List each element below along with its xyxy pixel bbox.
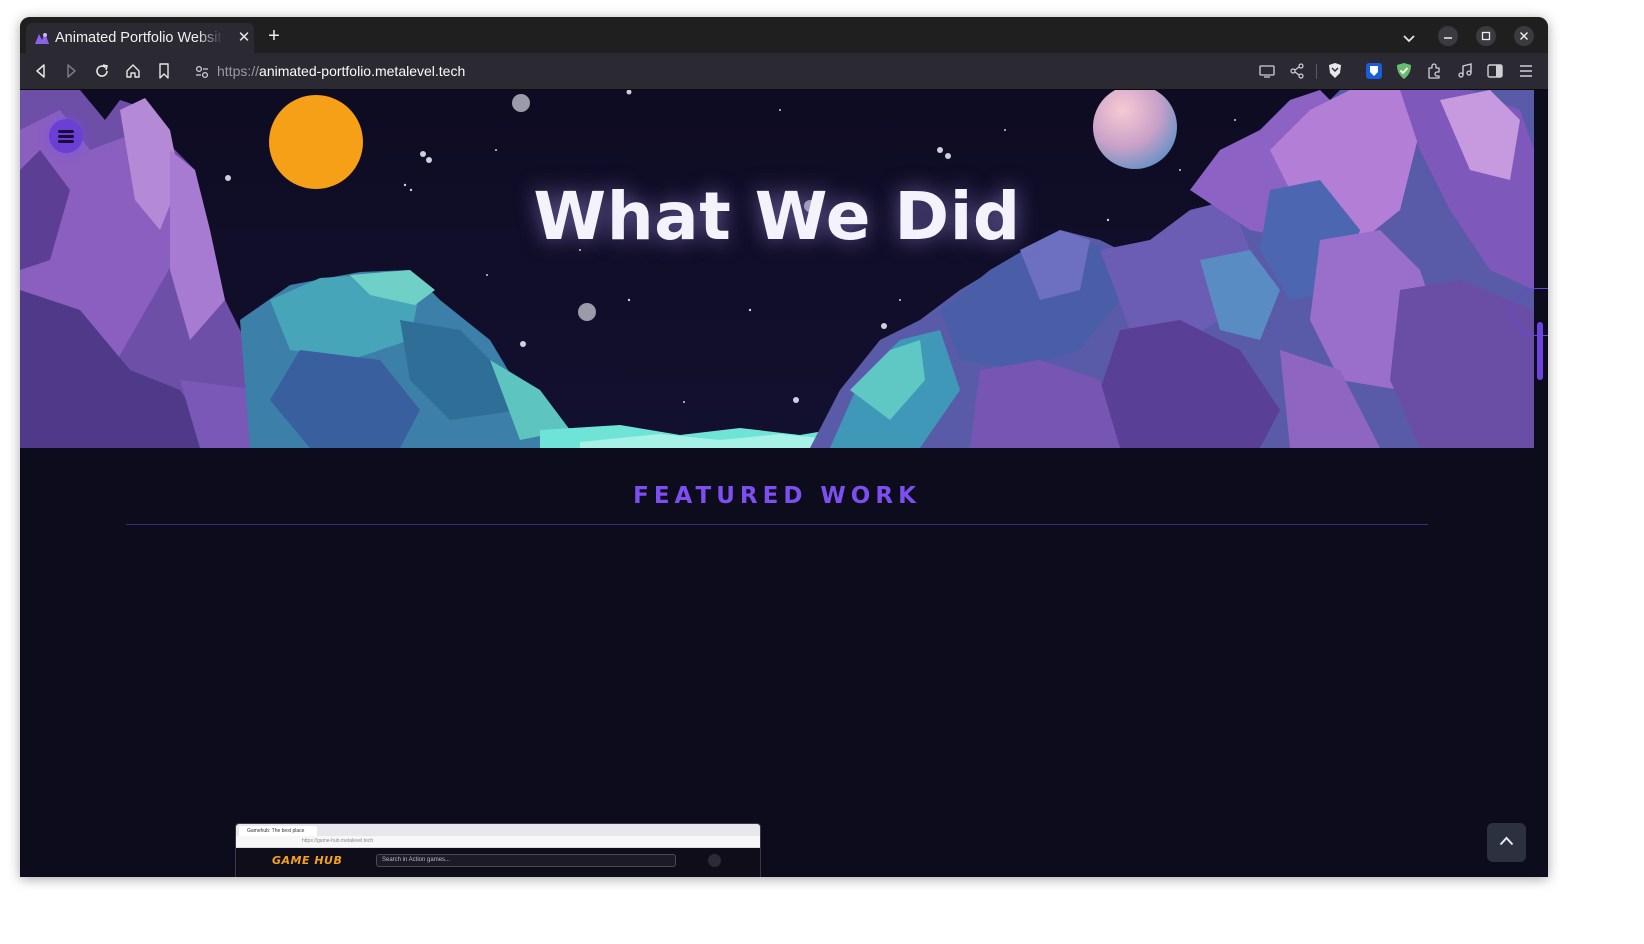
close-icon[interactable] [1514, 26, 1534, 46]
tab-list-chevron-down-icon[interactable] [1400, 29, 1418, 47]
toolbar-divider [1316, 64, 1317, 79]
space-landscape-illustration [20, 90, 1534, 448]
tab-title: Animated Portfolio Website [55, 30, 223, 48]
url-scheme: https:// [217, 63, 260, 79]
extensions-icon[interactable] [1425, 62, 1443, 80]
browser-window: Animated Portfolio Website ✕ + https://a… [20, 17, 1548, 877]
preview-url-bar: https://game-hub.metalevel.tech [236, 836, 760, 848]
scroll-to-top-button[interactable] [1487, 823, 1526, 862]
navigation-toolbar: https://animated-portfolio.metalevel.tec… [20, 53, 1548, 90]
hamburger-menu-icon[interactable] [49, 119, 83, 153]
sidebar-icon[interactable] [1486, 62, 1504, 80]
site-info-icon[interactable] [194, 64, 210, 80]
page-viewport: What We Did FEATURED WORK Gamehub: The b… [20, 90, 1548, 877]
browser-tab[interactable]: Animated Portfolio Website ✕ [26, 23, 254, 53]
url-host: animated-portfolio.metalevel.tech [259, 63, 466, 79]
app-menu-icon[interactable] [1517, 62, 1535, 80]
project-preview-card[interactable]: Gamehub: The best place https://game-hub… [235, 823, 761, 877]
adguard-icon[interactable] [1395, 62, 1413, 80]
preview-search-field: Search in Action games... [376, 854, 676, 867]
reload-icon[interactable] [93, 62, 111, 80]
maximize-icon[interactable] [1476, 26, 1496, 46]
preview-tab-title: Gamehub: The best place [239, 826, 317, 836]
chevron-up-icon [1499, 836, 1514, 846]
preview-theme-toggle-icon [708, 854, 721, 867]
page-scrollbar-track[interactable] [1534, 90, 1548, 877]
hero-banner: What We Did [20, 90, 1534, 448]
forward-icon[interactable] [62, 62, 80, 80]
hero-title: What We Did [533, 178, 1021, 255]
brave-shield-icon[interactable] [1326, 62, 1344, 80]
share-icon[interactable] [1288, 62, 1306, 80]
back-icon[interactable] [32, 62, 50, 80]
minimize-icon[interactable] [1438, 26, 1458, 46]
url-text: https://animated-portfolio.metalevel.tec… [217, 63, 465, 79]
section-divider [126, 524, 1428, 525]
media-icon[interactable] [1456, 62, 1474, 80]
address-bar[interactable]: https://animated-portfolio.metalevel.tec… [186, 57, 1236, 86]
preview-tab-bar: Gamehub: The best place [236, 824, 760, 836]
new-tab-plus-icon[interactable]: + [264, 26, 284, 46]
tab-close-icon[interactable]: ✕ [236, 29, 252, 47]
tab-bar: Animated Portfolio Website ✕ + [20, 17, 1548, 53]
featured-work-heading: FEATURED WORK [633, 483, 921, 509]
preview-search-placeholder: Search in Action games... [382, 857, 451, 863]
bitwarden-icon[interactable] [1365, 62, 1383, 80]
bookmark-icon[interactable] [155, 62, 173, 80]
preview-url: https://game-hub.metalevel.tech [302, 838, 374, 844]
page-scrollbar-thumb[interactable] [1537, 322, 1543, 380]
preview-logo: GAME HUB [272, 854, 343, 867]
preview-page: GAME HUB Search in Action games... [236, 848, 760, 877]
portfolio-favicon-icon [35, 33, 49, 44]
home-icon[interactable] [124, 62, 142, 80]
cast-icon[interactable] [1258, 62, 1276, 80]
